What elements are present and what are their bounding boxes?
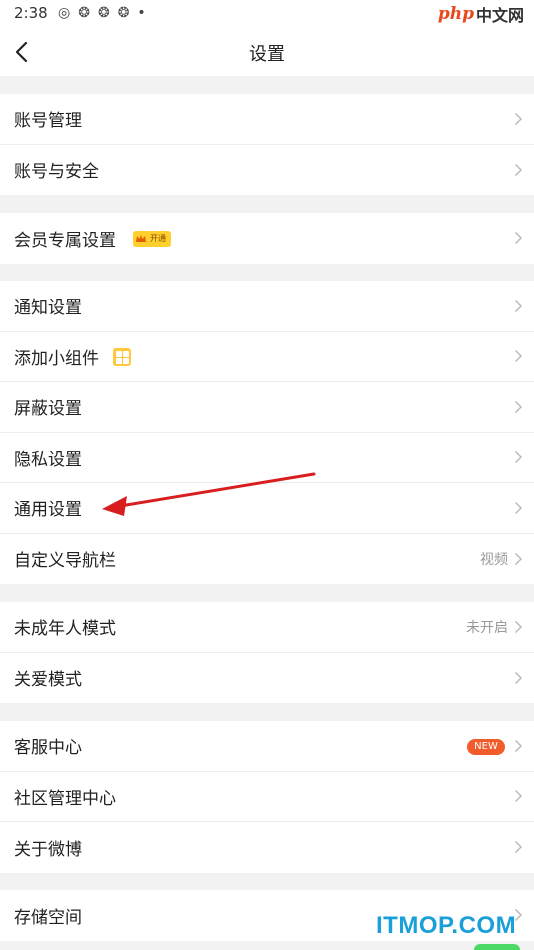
row-notification-settings[interactable]: 通知设置 <box>0 281 534 332</box>
row-label: 未成年人模式 <box>14 619 116 640</box>
vip-badge-label: 开通 <box>150 234 166 243</box>
row-care-mode[interactable]: 关爱模式 <box>0 653 534 704</box>
chevron-right-icon <box>514 552 523 565</box>
green-indicator <box>474 944 520 950</box>
row-vip-settings[interactable]: 会员专属设置 开通 <box>0 213 534 264</box>
watermark-cn-text: 中文网 <box>475 6 524 25</box>
chevron-right-icon <box>514 620 523 633</box>
chevron-right-icon <box>514 232 523 245</box>
status-bar: 2:38 ◎ ❂ ❂ ❂ • php 中文网 <box>0 0 534 28</box>
row-value: 未开启 <box>466 619 508 636</box>
row-custom-nav-bar[interactable]: 自定义导航栏 视频 <box>0 534 534 585</box>
row-about-weibo[interactable]: 关于微博 <box>0 822 534 873</box>
widget-grid-icon <box>113 347 131 366</box>
row-label: 客服中心 <box>14 738 82 759</box>
watermark-itmop: ITMOP.COM <box>376 912 517 939</box>
row-privacy-settings[interactable]: 隐私设置 <box>0 433 534 483</box>
app-icon: ❂ <box>97 5 110 21</box>
row-customer-service[interactable]: 客服中心 NEW <box>0 721 534 772</box>
app-icon: ❂ <box>117 5 130 21</box>
chevron-right-icon <box>514 451 523 464</box>
chevron-right-icon <box>514 841 523 854</box>
row-account-management[interactable]: 账号管理 <box>0 94 534 145</box>
chevron-right-icon <box>514 350 523 363</box>
chevron-right-icon <box>514 112 523 125</box>
chevron-right-icon <box>514 299 523 312</box>
vip-open-badge[interactable]: 开通 <box>133 231 171 247</box>
main-settings-group: 通知设置 添加小组件 屏蔽设置 隐私设置 通用设置 自定义导航栏 视频 <box>0 281 534 584</box>
account-group: 账号管理 账号与安全 <box>0 94 534 195</box>
row-community-center[interactable]: 社区管理中心 <box>0 772 534 822</box>
row-block-settings[interactable]: 屏蔽设置 <box>0 382 534 433</box>
dot-icon: • <box>137 5 146 21</box>
row-youth-mode[interactable]: 未成年人模式 未开启 <box>0 602 534 653</box>
weibo-icon: ◎ <box>58 5 71 21</box>
row-label: 社区管理中心 <box>14 788 116 809</box>
row-label: 通知设置 <box>14 298 82 319</box>
row-label: 关爱模式 <box>14 670 82 691</box>
row-add-widget[interactable]: 添加小组件 <box>0 332 534 382</box>
new-badge: NEW <box>467 739 505 755</box>
row-label: 账号管理 <box>14 111 82 132</box>
mode-group: 未成年人模式 未开启 关爱模式 <box>0 602 534 703</box>
row-label: 会员专属设置 <box>14 230 116 251</box>
nav-bar: 设置 <box>0 28 534 76</box>
row-label: 存储空间 <box>14 907 82 928</box>
chevron-right-icon <box>514 163 523 176</box>
app-icon: ❂ <box>78 5 90 21</box>
row-label: 屏蔽设置 <box>14 399 82 420</box>
row-label: 隐私设置 <box>14 449 82 470</box>
chevron-right-icon <box>514 790 523 803</box>
page-title: 设置 <box>249 44 285 65</box>
row-label: 自定义导航栏 <box>14 551 116 572</box>
status-time: 2:38 <box>14 4 48 22</box>
row-label: 通用设置 <box>14 500 82 521</box>
row-value: 视频 <box>480 551 508 568</box>
vip-group: 会员专属设置 开通 <box>0 213 534 264</box>
watermark-php-text: php <box>437 4 474 24</box>
chevron-right-icon <box>514 739 523 752</box>
status-icons: ◎ ❂ ❂ ❂ • <box>58 5 146 21</box>
chevron-right-icon <box>514 671 523 684</box>
crown-icon <box>136 235 146 242</box>
row-account-security[interactable]: 账号与安全 <box>0 145 534 196</box>
chevron-right-icon <box>514 400 523 413</box>
chevron-right-icon <box>514 501 523 514</box>
watermark-php: php 中文网 <box>438 2 524 26</box>
row-label: 关于微博 <box>14 839 82 860</box>
service-group: 客服中心 NEW 社区管理中心 关于微博 <box>0 721 534 873</box>
row-label: 账号与安全 <box>14 162 99 183</box>
row-general-settings[interactable]: 通用设置 <box>0 483 534 534</box>
row-label: 添加小组件 <box>14 348 99 369</box>
